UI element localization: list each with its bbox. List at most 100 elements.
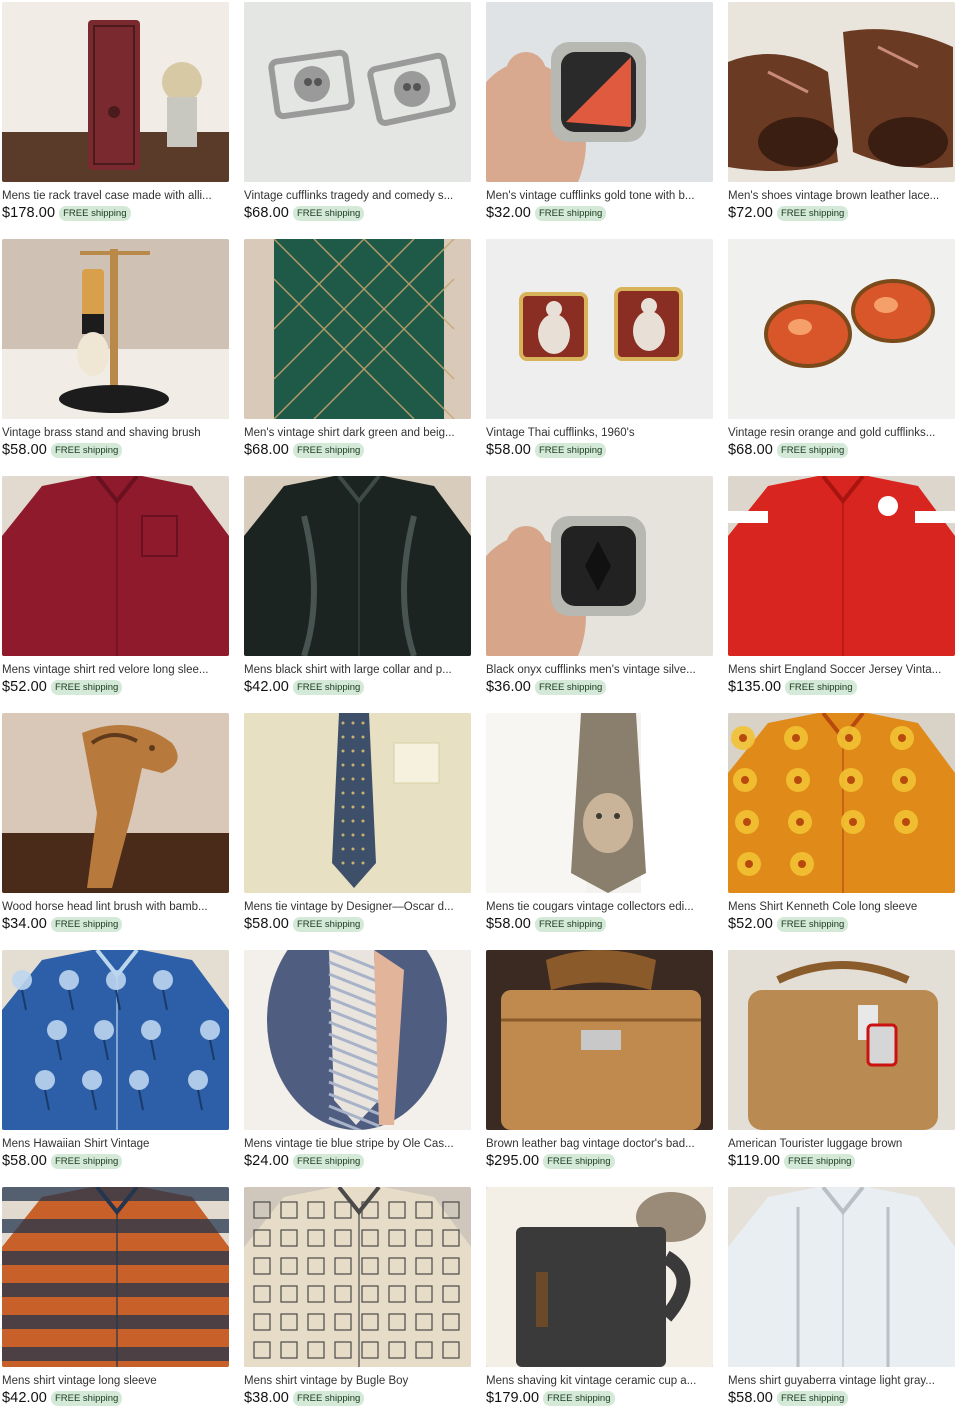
listing-image[interactable] <box>244 476 471 656</box>
price-row: $34.00 FREE shipping <box>2 915 123 933</box>
green-shirt-image <box>244 239 471 419</box>
listing-image[interactable] <box>728 713 955 893</box>
listing-card[interactable]: Mens black shirt with large collar and p… <box>242 474 484 711</box>
listing-card[interactable]: Mens vintage shirt red velore long slee.… <box>0 474 242 711</box>
price-row: $42.00 FREE shipping <box>2 1389 123 1407</box>
listing-title[interactable]: Mens shirt guyaberra vintage light gray.… <box>728 1374 954 1388</box>
listing-image[interactable] <box>2 239 229 419</box>
listing-price: $58.00 <box>728 1390 773 1406</box>
listing-image[interactable] <box>486 239 713 419</box>
listing-title[interactable]: Mens tie rack travel case made with alli… <box>2 189 228 203</box>
listing-image[interactable] <box>244 239 471 419</box>
listing-title[interactable]: American Tourister luggage brown <box>728 1137 954 1151</box>
listing-image[interactable] <box>486 713 713 893</box>
listing-image[interactable] <box>486 950 713 1130</box>
listing-title[interactable]: Men's shoes vintage brown leather lace..… <box>728 189 954 203</box>
free-shipping-badge: FREE shipping <box>543 1153 615 1169</box>
listing-title[interactable]: Mens vintage shirt red velore long slee.… <box>2 663 228 677</box>
price-row: $68.00 FREE shipping <box>244 441 365 459</box>
listing-card[interactable]: Mens vintage tie blue stripe by Ole Cas.… <box>242 948 484 1185</box>
listing-grid: Mens tie rack travel case made with alli… <box>0 0 968 1421</box>
listing-card[interactable]: Mens Shirt Kenneth Cole long sleeve $52.0… <box>726 711 968 948</box>
listing-card[interactable]: Vintage brass stand and shaving brush $58… <box>0 237 242 474</box>
listing-title[interactable]: Mens Hawaiian Shirt Vintage <box>2 1137 228 1151</box>
listing-card[interactable]: Brown leather bag vintage doctor's bad..… <box>484 948 726 1185</box>
price-row: $42.00 FREE shipping <box>244 678 365 696</box>
price-row: $58.00 FREE shipping <box>728 1389 849 1407</box>
listing-image[interactable] <box>244 950 471 1130</box>
listing-image[interactable] <box>2 950 229 1130</box>
patterned-shirt-image <box>2 1187 229 1367</box>
listing-card[interactable]: Vintage Thai cufflinks, 1960's $58.00 FREE… <box>484 237 726 474</box>
listing-title[interactable]: Vintage cufflinks tragedy and comedy s..… <box>244 189 470 203</box>
brown-leather-shoes-image <box>728 2 955 182</box>
listing-image[interactable] <box>728 239 955 419</box>
listing-image[interactable] <box>2 2 229 182</box>
listing-image[interactable] <box>244 2 471 182</box>
listing-title[interactable]: Brown leather bag vintage doctor's bad..… <box>486 1137 712 1151</box>
listing-card[interactable]: Men's vintage shirt dark green and beig.… <box>242 237 484 474</box>
listing-price: $72.00 <box>728 205 773 221</box>
listing-image[interactable] <box>728 950 955 1130</box>
listing-title[interactable]: Mens Shirt Kenneth Cole long sleeve <box>728 900 954 914</box>
listing-title[interactable]: Mens shirt vintage long sleeve <box>2 1374 228 1388</box>
price-row: $58.00 FREE shipping <box>486 441 607 459</box>
listing-card[interactable]: Vintage resin orange and gold cufflinks.… <box>726 237 968 474</box>
striped-tie-mannequin-image <box>244 950 471 1130</box>
listing-card[interactable]: Mens Hawaiian Shirt Vintage $58.00 FREE sh… <box>0 948 242 1185</box>
listing-image[interactable] <box>486 1187 713 1367</box>
listing-title[interactable]: Mens black shirt with large collar and p… <box>244 663 470 677</box>
wooden-horse-brush-image <box>2 713 229 893</box>
listing-card[interactable]: Mens shirt guyaberra vintage light gray.… <box>726 1185 968 1422</box>
listing-card[interactable]: Mens shirt England Soccer Jersey Vinta..… <box>726 474 968 711</box>
listing-image[interactable] <box>2 713 229 893</box>
listing-price: $68.00 <box>244 442 289 458</box>
listing-image[interactable] <box>486 2 713 182</box>
listing-price: $58.00 <box>244 916 289 932</box>
listing-title[interactable]: Wood horse head lint brush with bamb... <box>2 900 228 914</box>
listing-image[interactable] <box>2 476 229 656</box>
listing-title[interactable]: Mens tie vintage by Designer—Oscar d... <box>244 900 470 914</box>
red-velour-shirt-image <box>2 476 229 656</box>
listing-image[interactable] <box>728 2 955 182</box>
listing-card[interactable]: Mens tie cougars vintage collectors edi.… <box>484 711 726 948</box>
listing-image[interactable] <box>728 1187 955 1367</box>
listing-title[interactable]: Mens shirt England Soccer Jersey Vinta..… <box>728 663 954 677</box>
listing-title[interactable]: Men's vintage cufflinks gold tone with b… <box>486 189 712 203</box>
listing-title[interactable]: Vintage Thai cufflinks, 1960's <box>486 426 712 440</box>
listing-card[interactable]: Black onyx cufflinks men's vintage silve… <box>484 474 726 711</box>
listing-title[interactable]: Men's vintage shirt dark green and beig.… <box>244 426 470 440</box>
price-row: $179.00 FREE shipping <box>486 1389 615 1407</box>
listing-card[interactable]: Vintage cufflinks tragedy and comedy s..… <box>242 0 484 237</box>
listing-card[interactable]: Men's vintage cufflinks gold tone with b… <box>484 0 726 237</box>
free-shipping-badge: FREE shipping <box>292 679 365 695</box>
listing-title[interactable]: Mens vintage tie blue stripe by Ole Cas.… <box>244 1137 470 1151</box>
listing-card[interactable]: Mens tie vintage by Designer—Oscar d... $… <box>242 711 484 948</box>
free-shipping-badge: FREE shipping <box>50 1153 123 1169</box>
free-shipping-badge: FREE shipping <box>292 442 365 458</box>
listing-price: $58.00 <box>486 442 531 458</box>
listing-image[interactable] <box>2 1187 229 1367</box>
listing-title[interactable]: Mens shaving kit vintage ceramic cup a..… <box>486 1374 712 1388</box>
listing-card[interactable]: American Tourister luggage brown $119.00 F… <box>726 948 968 1185</box>
listing-image[interactable] <box>486 476 713 656</box>
listing-title[interactable]: Black onyx cufflinks men's vintage silve… <box>486 663 712 677</box>
listing-card[interactable]: Men's shoes vintage brown leather lace..… <box>726 0 968 237</box>
listing-title[interactable]: Vintage resin orange and gold cufflinks.… <box>728 426 954 440</box>
listing-card[interactable]: Mens shaving kit vintage ceramic cup a..… <box>484 1185 726 1422</box>
listing-image[interactable] <box>244 1187 471 1367</box>
listing-card[interactable]: Mens shirt vintage by Bugle Boy $38.00 FRE… <box>242 1185 484 1422</box>
listing-image[interactable] <box>728 476 955 656</box>
listing-image[interactable] <box>244 713 471 893</box>
listing-price: $58.00 <box>486 916 531 932</box>
price-row: $38.00 FREE shipping <box>244 1389 365 1407</box>
price-row: $295.00 FREE shipping <box>486 1152 615 1170</box>
listing-card[interactable]: Mens tie rack travel case made with alli… <box>0 0 242 237</box>
listing-title[interactable]: Mens shirt vintage by Bugle Boy <box>244 1374 470 1388</box>
listing-price: $34.00 <box>2 916 47 932</box>
listing-title[interactable]: Mens tie cougars vintage collectors edi.… <box>486 900 712 914</box>
listing-card[interactable]: Mens shirt vintage long sleeve $42.00 FREE… <box>0 1185 242 1422</box>
listing-price: $179.00 <box>486 1390 540 1406</box>
listing-card[interactable]: Wood horse head lint brush with bamb... $… <box>0 711 242 948</box>
listing-title[interactable]: Vintage brass stand and shaving brush <box>2 426 228 440</box>
